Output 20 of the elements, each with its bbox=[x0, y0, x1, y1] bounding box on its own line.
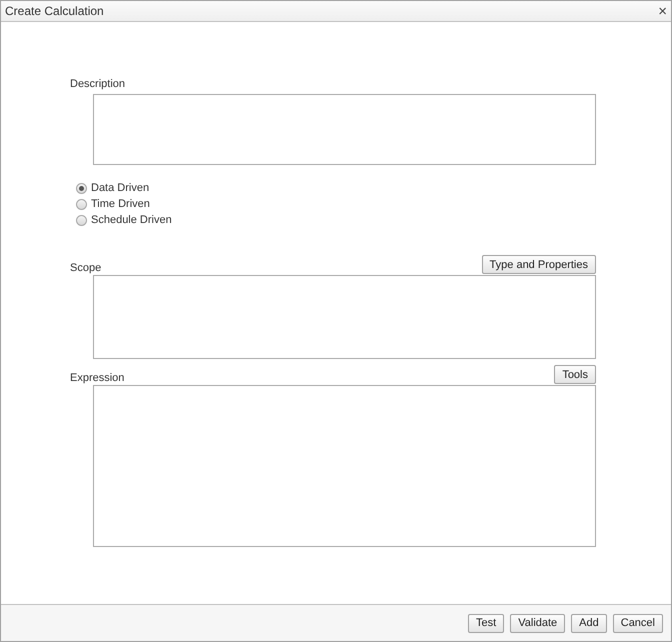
radio-label: Data Driven bbox=[91, 182, 150, 194]
radio-button[interactable] bbox=[76, 214, 87, 226]
description-field[interactable] bbox=[93, 94, 596, 165]
radio-button[interactable] bbox=[76, 198, 87, 210]
close-button[interactable]: × bbox=[658, 4, 667, 18]
field-label: Expression bbox=[70, 372, 124, 384]
scope-field[interactable] bbox=[93, 275, 596, 359]
dialog-button[interactable]: Validate bbox=[510, 614, 566, 632]
radio-label: Schedule Driven bbox=[91, 214, 172, 226]
tools-button[interactable]: Tools bbox=[554, 365, 596, 384]
radio-label: Time Driven bbox=[91, 198, 150, 210]
dialog-button[interactable]: Cancel bbox=[612, 614, 663, 632]
field-label: Description bbox=[70, 78, 126, 90]
dialog-button[interactable]: Test bbox=[468, 614, 504, 632]
field-label: Scope bbox=[70, 262, 102, 274]
window-title: Create Calculation bbox=[5, 4, 104, 18]
dialog-button[interactable]: Add bbox=[571, 614, 607, 632]
expression-field[interactable] bbox=[93, 385, 596, 547]
radio-button[interactable] bbox=[76, 182, 87, 194]
type-and-properties-button[interactable]: Type and Properties bbox=[482, 255, 596, 274]
